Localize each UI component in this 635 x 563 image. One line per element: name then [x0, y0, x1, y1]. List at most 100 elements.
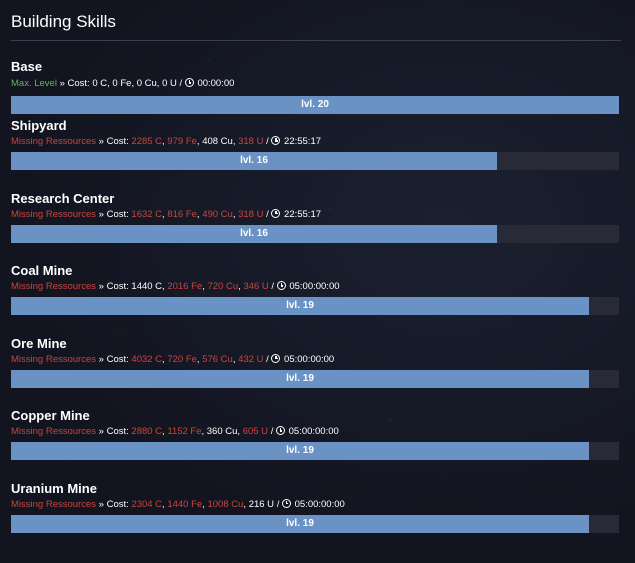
skill-cost-line: Max. Level » Cost: 0 C, 0 Fe, 0 Cu, 0 U …: [11, 78, 235, 89]
skill-cost-line: Missing Ressources » Cost: 1440 C, 2016 …: [11, 281, 340, 292]
skill-cost-line: Missing Ressources » Cost: 2880 C, 1152 …: [11, 426, 339, 437]
build-time: 22:55:17: [284, 208, 322, 220]
skill-cost-line: Missing Ressources » Cost: 2285 C, 979 F…: [11, 136, 322, 147]
cost-resource: 2285 C: [131, 136, 163, 147]
skill-row: Uranium Mine Missing Ressources » Cost: 2…: [11, 474, 621, 547]
slash-separator: /: [266, 136, 269, 147]
skill-row: Coal Mine Missing Ressources » Cost: 1440…: [11, 256, 621, 329]
skill-cost-line: Missing Ressources » Cost: 2304 C, 1440 …: [11, 498, 345, 510]
level-label: lvl. 16: [240, 227, 268, 239]
separator: »: [98, 281, 104, 292]
level-label: lvl. 19: [286, 300, 314, 311]
cost-resource: 360 Cu: [206, 426, 238, 437]
build-time: 05:00:00:00: [294, 498, 345, 510]
cost-resource: 720 Cu: [207, 281, 239, 292]
skill-row: Ore Mine Missing Ressources » Cost: 4032 …: [11, 329, 621, 402]
level-progress-bar: lvl. 16: [11, 152, 619, 170]
panel-title: Building Skills: [11, 12, 116, 31]
cost-resource: 0 Fe: [112, 78, 132, 89]
cost-label: Cost:: [67, 78, 90, 89]
skill-status: Missing Ressources: [11, 353, 96, 365]
cost-resource: 1632 C: [131, 208, 163, 220]
skill-row: Copper Mine Missing Ressources » Cost: 28…: [11, 401, 621, 474]
cost-resource: 0 C: [92, 78, 108, 89]
cost-resource: 720 Fe: [167, 353, 197, 365]
skill-name: Shipyard: [11, 118, 67, 133]
clock-icon: [271, 136, 281, 145]
building-skills-panel: Building Skills Base Max. Level » Cost: 0…: [11, 0, 621, 546]
skill-row: Research Center Missing Ressources » Cost…: [11, 184, 621, 257]
skill-row: Shipyard Missing Ressources » Cost: 2285 …: [11, 111, 621, 184]
cost-resource: 408 Cu: [202, 136, 233, 147]
cost-resource: 1152 Fe: [167, 426, 202, 437]
cost-label: Cost:: [106, 281, 129, 292]
build-time: 05:00:00:00: [288, 426, 339, 437]
skill-status: Missing Ressources: [11, 498, 96, 510]
cost-resource: 0 Cu: [136, 78, 157, 89]
cost-resource: 0 U: [162, 78, 177, 89]
skill-status: Missing Ressources: [11, 426, 96, 437]
slash-separator: /: [270, 426, 274, 437]
level-progress-bar: lvl. 19: [11, 369, 619, 388]
skill-name: Ore Mine: [11, 335, 67, 351]
cost-resource: 432 U: [238, 353, 264, 365]
build-time: 05:00:00:00: [289, 281, 340, 292]
clock-icon: [275, 426, 285, 435]
cost-resource: 4032 C: [131, 353, 163, 365]
separator: »: [98, 498, 104, 510]
skill-name: Copper Mine: [11, 408, 90, 423]
separator: »: [98, 353, 104, 365]
skill-name: Base: [11, 59, 43, 74]
cost-resource: 605 U: [242, 426, 269, 437]
slash-separator: /: [276, 498, 280, 510]
cost-resource: 318 U: [238, 136, 264, 147]
level-label: lvl. 19: [286, 372, 314, 384]
skill-name: Research Center: [11, 190, 115, 206]
skill-name: Coal Mine: [11, 263, 73, 278]
level-progress-bar: lvl. 19: [11, 514, 619, 533]
cost-resource: 2880 C: [131, 426, 163, 437]
skill-status: Missing Ressources: [11, 208, 96, 220]
cost-resource: 979 Fe: [167, 136, 197, 147]
cost-resource: 216 U: [248, 498, 275, 510]
cost-resource: 490 Cu: [202, 208, 233, 220]
cost-resource: 346 U: [243, 281, 269, 292]
slash-separator: /: [266, 353, 269, 365]
build-time: 00:00:00: [197, 78, 235, 89]
skill-cost-line: Missing Ressources » Cost: 1632 C, 816 F…: [11, 208, 322, 220]
clock-icon: [271, 353, 281, 363]
cost-label: Cost:: [106, 498, 129, 510]
slash-separator: /: [271, 281, 275, 292]
clock-icon: [184, 78, 194, 87]
slash-separator: /: [266, 208, 269, 220]
level-label: lvl. 19: [286, 445, 314, 456]
cost-label: Cost:: [106, 426, 129, 437]
cost-resource: 1008 Cu: [207, 498, 244, 510]
level-progress-bar: lvl. 19: [11, 297, 619, 315]
slash-separator: /: [179, 78, 183, 89]
cost-resource: 1440 C: [131, 281, 163, 292]
level-progress-bar: lvl. 16: [11, 224, 619, 243]
cost-resource: 318 U: [238, 208, 264, 220]
cost-resource: 816 Fe: [167, 208, 197, 220]
skill-name: Uranium Mine: [11, 480, 97, 496]
level-label: lvl. 16: [240, 155, 268, 166]
skill-status: Missing Ressources: [11, 136, 96, 147]
clock-icon: [276, 281, 286, 290]
cost-label: Cost:: [106, 353, 129, 365]
clock-icon: [281, 498, 291, 508]
skill-status: Max. Level: [11, 78, 57, 89]
skill-cost-line: Missing Ressources » Cost: 4032 C, 720 F…: [11, 353, 335, 365]
build-time: 22:55:17: [284, 136, 322, 147]
level-label: lvl. 19: [286, 517, 314, 529]
separator: »: [98, 426, 104, 437]
cost-resource: 1440 Fe: [167, 498, 203, 510]
skills-list: Base Max. Level » Cost: 0 C, 0 Fe, 0 Cu, …: [11, 41, 621, 546]
cost-resource: 2304 C: [131, 498, 163, 510]
skill-status: Missing Ressources: [11, 281, 96, 292]
separator: »: [59, 78, 65, 89]
clock-icon: [271, 208, 281, 218]
cost-label: Cost:: [106, 208, 129, 220]
separator: »: [98, 136, 104, 147]
skill-row: Base Max. Level » Cost: 0 C, 0 Fe, 0 Cu, …: [11, 41, 621, 114]
